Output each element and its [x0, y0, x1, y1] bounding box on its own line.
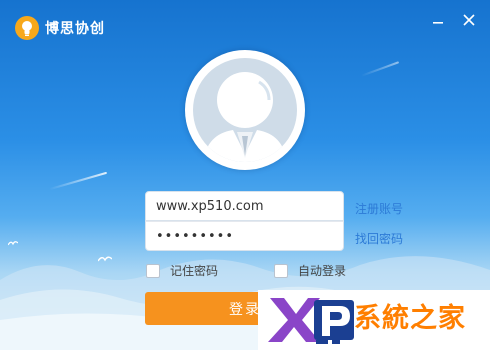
password-input[interactable]: •••••••••: [145, 221, 344, 251]
remember-password-label: 记住密码: [170, 264, 219, 278]
account-input[interactable]: www.xp510.com: [145, 191, 344, 221]
remember-password-checkbox[interactable]: 记住密码: [146, 262, 218, 279]
lightbulb-icon: [15, 16, 39, 40]
checkbox-box[interactable]: [274, 263, 288, 278]
minimize-icon[interactable]: [428, 10, 448, 30]
recover-password-link[interactable]: 找回密码: [355, 230, 403, 247]
watermark-text: 系統之家: [354, 303, 466, 334]
xp-logo-icon: [268, 298, 354, 344]
login-window: 博思协创 www.xp510.com ••••••••• 注册账号 找回密码 记…: [0, 0, 490, 350]
auto-login-checkbox[interactable]: 自动登录: [274, 262, 346, 279]
watermark: 系統之家: [258, 290, 490, 350]
app-title: 博思协创: [45, 21, 105, 37]
shooting-star: [48, 171, 108, 191]
shooting-star: [360, 61, 400, 77]
register-account-link[interactable]: 注册账号: [355, 200, 403, 217]
checkbox-box[interactable]: [146, 263, 160, 278]
auto-login-label: 自动登录: [298, 264, 347, 278]
bird-icon: [98, 256, 112, 262]
close-icon[interactable]: [459, 10, 479, 30]
bird-icon: [8, 241, 18, 246]
avatar: [185, 50, 305, 170]
user-avatar-icon: [193, 58, 297, 162]
